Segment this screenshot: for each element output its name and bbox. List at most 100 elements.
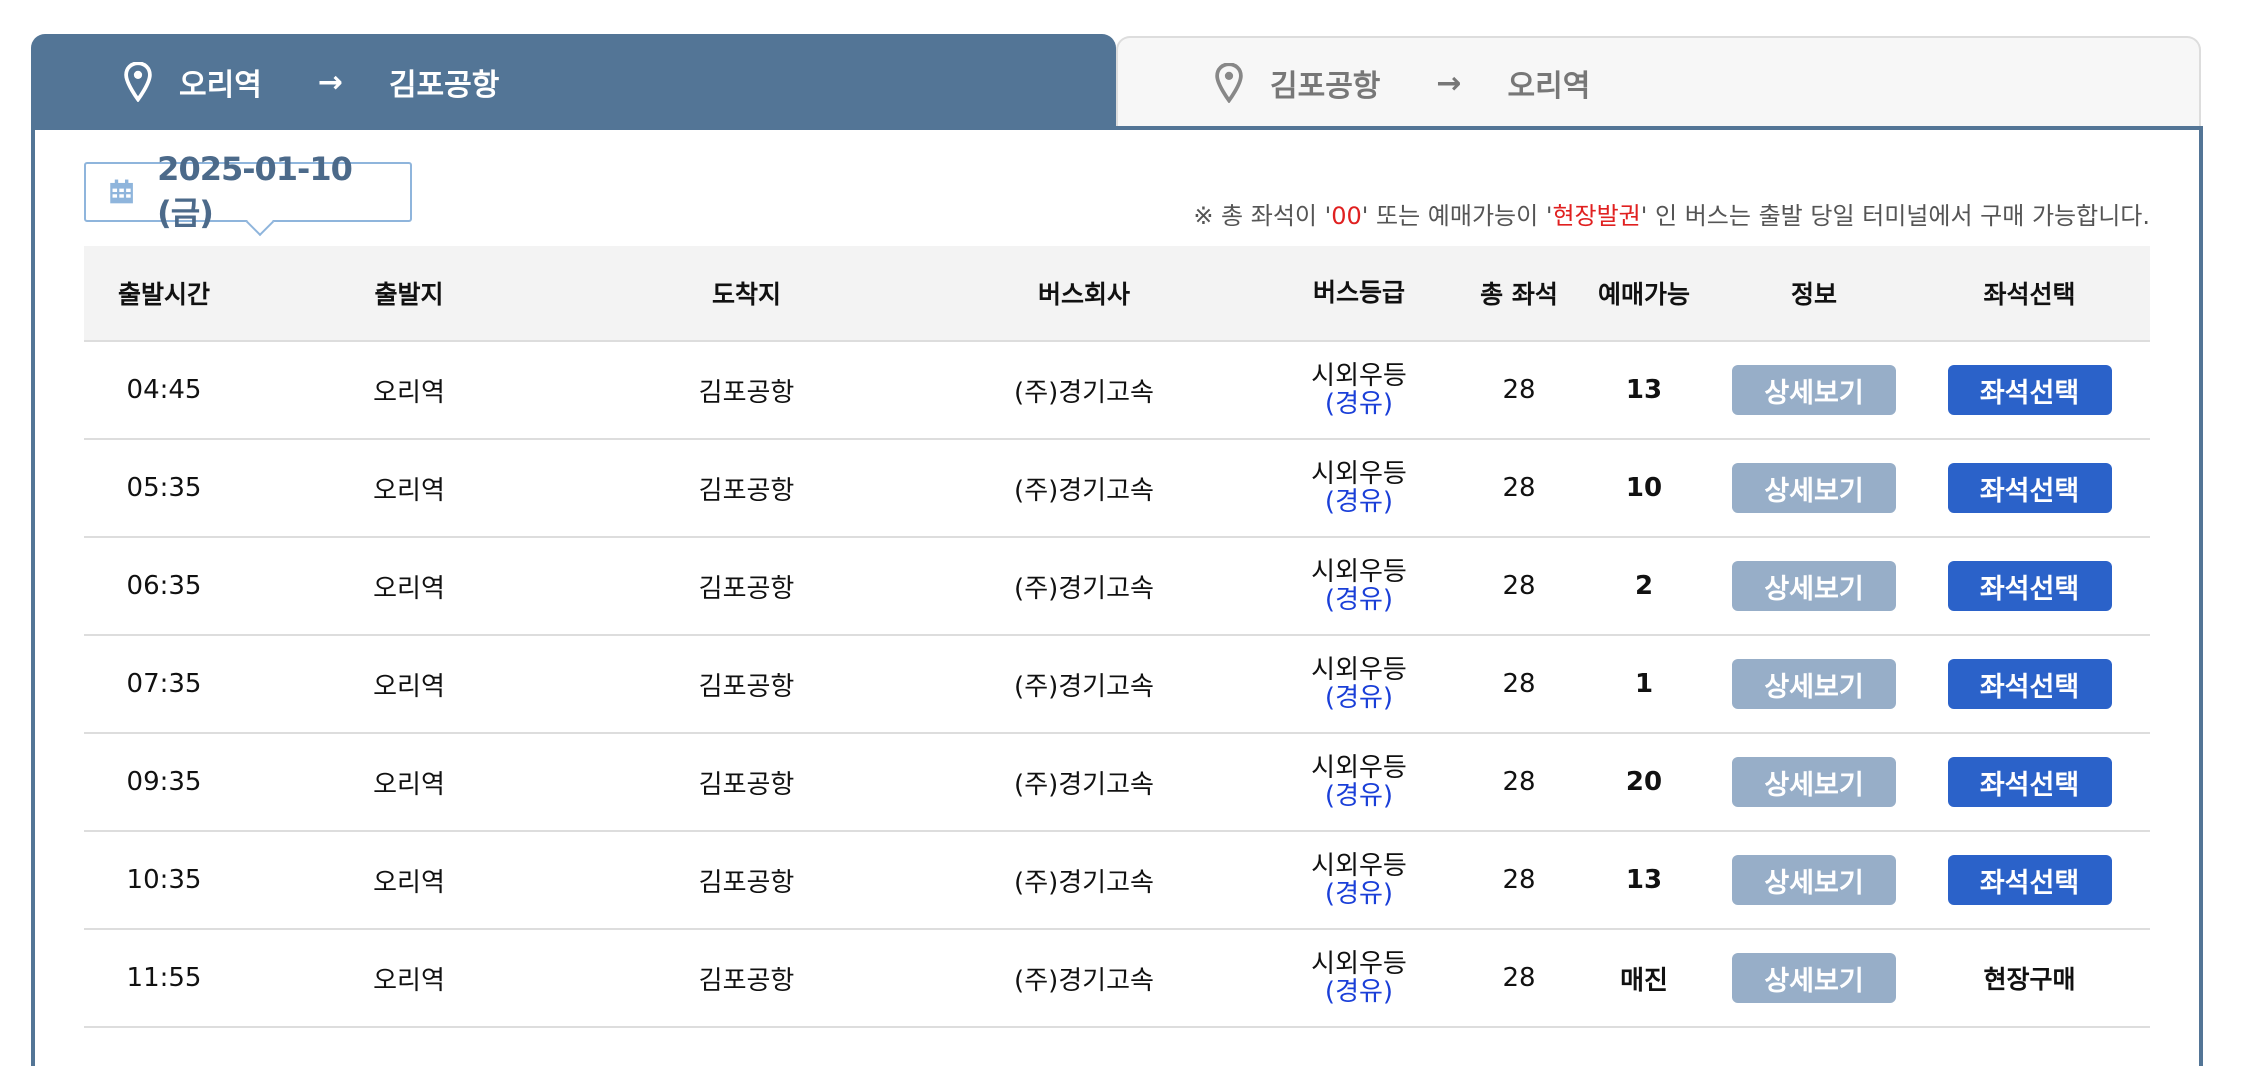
available-seats: 매진 <box>1620 965 1668 996</box>
detail-button[interactable]: 상세보기 <box>1732 757 1896 807</box>
departure-place: 오리역 <box>373 475 445 506</box>
detail-button[interactable]: 상세보기 <box>1732 953 1896 1003</box>
bus-grade-sub: (경유) <box>1324 389 1394 419</box>
notice-highlight: 00 <box>1331 202 1362 230</box>
detail-button[interactable]: 상세보기 <box>1732 463 1896 513</box>
bus-grade-sub: (경유) <box>1324 683 1394 713</box>
departure-place: 오리역 <box>373 671 445 702</box>
seat-select-cell: 좌석선택 <box>1909 832 2150 928</box>
date-selector[interactable]: 2025-01-10 (금) <box>84 150 412 237</box>
col-header-arrival: 도착지 <box>711 280 781 309</box>
table-row: 05:35 오리역 김포공항 (주)경기고속 시외우등 (경유) 28 10 상세보기 좌석선택 <box>84 440 2150 538</box>
notice-highlight: 현장발권 <box>1552 202 1641 230</box>
bus-grade-sub: (경유) <box>1324 585 1394 615</box>
tab-to-label: 오리역 <box>1507 69 1591 104</box>
departure-time: 07:35 <box>126 669 202 699</box>
table-row: 07:35 오리역 김포공항 (주)경기고속 시외우등 (경유) 28 1 상세보기 좌석선택 <box>84 636 2150 734</box>
col-header-seat-select: 좌석선택 <box>1983 280 2076 309</box>
table-row: 04:45 오리역 김포공항 (주)경기고속 시외우등 (경유) 28 13 상세보기 좌석선택 <box>84 342 2150 440</box>
col-header-total-seats: 총 좌석 <box>1480 280 1558 309</box>
select-seat-button[interactable]: 좌석선택 <box>1947 463 2112 513</box>
select-seat-button[interactable]: 좌석선택 <box>1947 561 2112 611</box>
calendar-icon <box>110 179 133 204</box>
bus-company: (주)경기고속 <box>1014 965 1154 996</box>
route-tabs: 오리역 → 김포공항 김포공항 → 오리역 <box>31 34 2201 130</box>
bus-grade-sub: (경유) <box>1324 977 1394 1007</box>
departure-time: 06:35 <box>126 571 202 601</box>
tab-from-label: 김포공항 <box>1270 69 1381 104</box>
detail-button[interactable]: 상세보기 <box>1732 561 1896 611</box>
location-pin-icon <box>124 62 152 102</box>
departure-place: 오리역 <box>373 377 445 408</box>
bus-grade: 시외우등 (경유) <box>1249 440 1469 536</box>
arrow-right-icon: → <box>1436 65 1462 101</box>
bus-grade-label: 시외우등 <box>1311 851 1407 881</box>
col-header-grade: 버스등급 <box>1312 278 1405 307</box>
seat-select-cell: 현장구매 <box>1909 930 2150 1026</box>
arrival-place: 김포공항 <box>698 377 795 408</box>
arrival-place: 김포공항 <box>698 671 795 702</box>
info-cell: 상세보기 <box>1719 636 1909 732</box>
available-seats: 20 <box>1625 767 1663 797</box>
col-header-time: 출발시간 <box>117 280 210 309</box>
table-header: 출발시간 출발지 도착지 버스회사 버스등급 총 좌석 예매가능 정보 좌석선택 <box>84 246 2150 342</box>
departure-time: 05:35 <box>126 473 202 503</box>
tab-route-outbound[interactable]: 오리역 → 김포공항 <box>31 34 1116 130</box>
table-body: 04:45 오리역 김포공항 (주)경기고속 시외우등 (경유) 28 13 상세보기 좌석선택 0… <box>84 342 2150 1028</box>
tab-from-label: 오리역 <box>179 68 262 103</box>
bus-grade: 시외우등 (경유) <box>1249 930 1469 1026</box>
info-cell: 상세보기 <box>1719 930 1909 1026</box>
bus-schedule-table: 출발시간 출발지 도착지 버스회사 버스등급 총 좌석 예매가능 정보 좌석선택… <box>84 246 2150 1028</box>
table-row: 09:35 오리역 김포공항 (주)경기고속 시외우등 (경유) 28 20 상세보기 좌석선택 <box>84 734 2150 832</box>
info-cell: 상세보기 <box>1719 342 1909 438</box>
select-seat-button[interactable]: 좌석선택 <box>1947 757 2112 807</box>
available-seats: 10 <box>1625 473 1663 503</box>
table-row: 06:35 오리역 김포공항 (주)경기고속 시외우등 (경유) 28 2 상세보기 좌석선택 <box>84 538 2150 636</box>
bus-grade: 시외우등 (경유) <box>1249 538 1469 634</box>
info-cell: 상세보기 <box>1719 440 1909 536</box>
total-seats: 28 <box>1502 963 1536 993</box>
select-seat-button[interactable]: 좌석선택 <box>1947 659 2112 709</box>
arrow-right-icon: → <box>317 64 343 100</box>
total-seats: 28 <box>1502 865 1536 895</box>
detail-button[interactable]: 상세보기 <box>1732 659 1896 709</box>
departure-time: 04:45 <box>126 375 202 405</box>
table-row: 10:35 오리역 김포공항 (주)경기고속 시외우등 (경유) 28 13 상세보기 좌석선택 <box>84 832 2150 930</box>
arrival-place: 김포공항 <box>698 475 795 506</box>
total-seats: 28 <box>1502 669 1536 699</box>
col-header-available: 예매가능 <box>1597 280 1690 309</box>
detail-button[interactable]: 상세보기 <box>1732 855 1896 905</box>
location-pin-icon <box>1215 63 1243 103</box>
total-seats: 28 <box>1502 767 1536 797</box>
tab-route-return[interactable]: 김포공항 → 오리역 <box>1116 36 2201 128</box>
notice-text: ※ 총 좌석이 ' <box>1193 202 1332 230</box>
bus-company: (주)경기고속 <box>1014 867 1154 898</box>
available-seats: 13 <box>1625 865 1663 895</box>
bus-grade-sub: (경유) <box>1324 781 1394 811</box>
departure-place: 오리역 <box>373 867 445 898</box>
bus-company: (주)경기고속 <box>1014 475 1154 506</box>
seat-select-cell: 좌석선택 <box>1909 538 2150 634</box>
bus-grade: 시외우등 (경유) <box>1249 636 1469 732</box>
total-seats: 28 <box>1502 571 1536 601</box>
available-seats: 2 <box>1634 571 1654 601</box>
table-row: 11:55 오리역 김포공항 (주)경기고속 시외우등 (경유) 28 매진 상세보기 현장구매 <box>84 930 2150 1028</box>
arrival-place: 김포공항 <box>698 965 795 996</box>
arrival-place: 김포공항 <box>698 867 795 898</box>
departure-time: 09:35 <box>126 767 202 797</box>
bus-grade-label: 시외우등 <box>1311 459 1407 489</box>
select-seat-button[interactable]: 좌석선택 <box>1947 855 2112 905</box>
detail-button[interactable]: 상세보기 <box>1732 365 1896 415</box>
purchase-notice: ※ 총 좌석이 '00' 또는 예매가능이 '현장발권' 인 버스는 출발 당일… <box>1193 196 2150 231</box>
selected-date: 2025-01-10 (금) <box>157 150 353 232</box>
arrival-place: 김포공항 <box>698 573 795 604</box>
bus-grade-label: 시외우등 <box>1311 753 1407 783</box>
bus-company: (주)경기고속 <box>1014 573 1154 604</box>
tab-to-label: 김포공항 <box>388 68 500 103</box>
seat-select-cell: 좌석선택 <box>1909 342 2150 438</box>
bus-grade-label: 시외우등 <box>1311 949 1407 979</box>
select-seat-button[interactable]: 좌석선택 <box>1947 365 2112 415</box>
info-cell: 상세보기 <box>1719 734 1909 830</box>
bus-grade-sub: (경유) <box>1324 487 1394 517</box>
departure-place: 오리역 <box>373 769 445 800</box>
